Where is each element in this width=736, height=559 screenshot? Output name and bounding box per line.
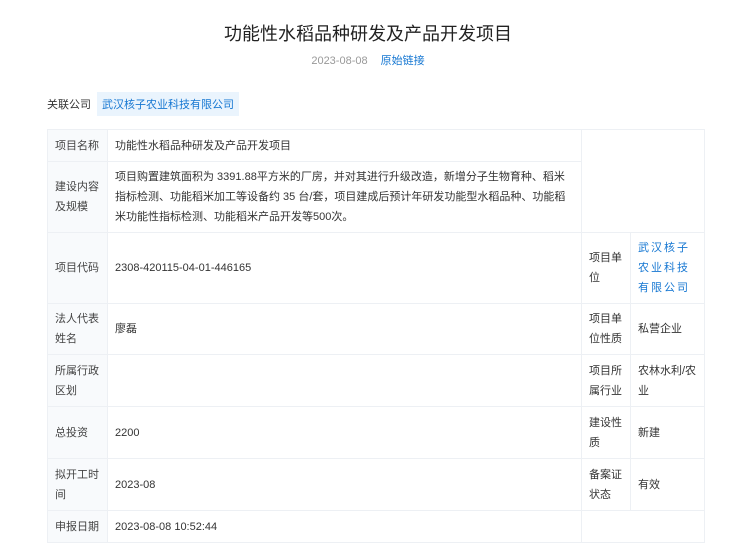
label-region: 所属行政区划 xyxy=(47,354,108,407)
value-content: 项目购置建筑面积为 3391.88平方米的厂房，并对其进行升级改造，新增分子生物… xyxy=(107,161,582,233)
label-content: 建设内容及规模 xyxy=(47,161,108,233)
table-row: 所属行政区划 项目所属行业 农林水利/农业 xyxy=(47,354,705,407)
value-unit-type: 私营企业 xyxy=(630,303,705,355)
publish-date: 2023-08-08 xyxy=(311,55,368,67)
related-company-link[interactable]: 武汉核子农业科技有限公司 xyxy=(97,92,239,116)
table-row: 拟开工时间 2023-08 备案证状态 有效 xyxy=(47,458,705,511)
value-report: 2023-08-08 10:52:44 xyxy=(107,510,582,543)
table-row: 总投资 2200 建设性质 新建 xyxy=(47,406,705,459)
table-row: 项目名称 功能性水稻品种研发及产品开发项目 xyxy=(47,129,705,233)
label-report: 申报日期 xyxy=(47,510,108,543)
label-unit-type: 项目单位性质 xyxy=(581,303,631,355)
page-title: 功能性水稻品种研发及产品开发项目 xyxy=(224,24,512,44)
value-region xyxy=(107,354,582,407)
label-build-type: 建设性质 xyxy=(581,406,631,459)
label-unit: 项目单位 xyxy=(581,232,631,304)
source-link[interactable]: 原始链接 xyxy=(381,55,425,67)
related-label: 关联公司 xyxy=(47,99,91,111)
table-row: 申报日期 2023-08-08 10:52:44 xyxy=(47,510,705,543)
label-industry: 项目所属行业 xyxy=(581,354,631,407)
related-company: 关联公司 武汉核子农业科技有限公司 xyxy=(47,92,239,116)
value-invest: 2200 xyxy=(107,406,582,459)
value-build-type: 新建 xyxy=(630,406,705,459)
label-start: 拟开工时间 xyxy=(47,458,108,511)
label-code: 项目代码 xyxy=(47,232,108,304)
meta-line: 2023-08-08 原始链接 xyxy=(0,52,736,68)
table-row: 项目代码 2308-420115-04-01-446165 项目单位 武汉核子农… xyxy=(47,232,705,304)
empty-cell xyxy=(581,129,705,233)
label-legal: 法人代表姓名 xyxy=(47,303,108,355)
value-code: 2308-420115-04-01-446165 xyxy=(107,232,582,304)
label-status: 备案证状态 xyxy=(581,458,631,511)
value-status: 有效 xyxy=(630,458,705,511)
table-row: 法人代表姓名 廖磊 项目单位性质 私营企业 xyxy=(47,303,705,355)
value-name: 功能性水稻品种研发及产品开发项目 xyxy=(107,129,582,162)
value-unit-link[interactable]: 武汉核子农业科技有限公司 xyxy=(630,232,705,304)
value-legal: 廖磊 xyxy=(107,303,582,355)
value-industry: 农林水利/农业 xyxy=(630,354,705,407)
label-name: 项目名称 xyxy=(47,129,108,162)
label-invest: 总投资 xyxy=(47,406,108,459)
value-start: 2023-08 xyxy=(107,458,582,511)
project-info-table: 项目名称 功能性水稻品种研发及产品开发项目 建设内容及规模 项目购置建筑面积为 … xyxy=(47,129,705,543)
empty-cell xyxy=(581,510,705,543)
